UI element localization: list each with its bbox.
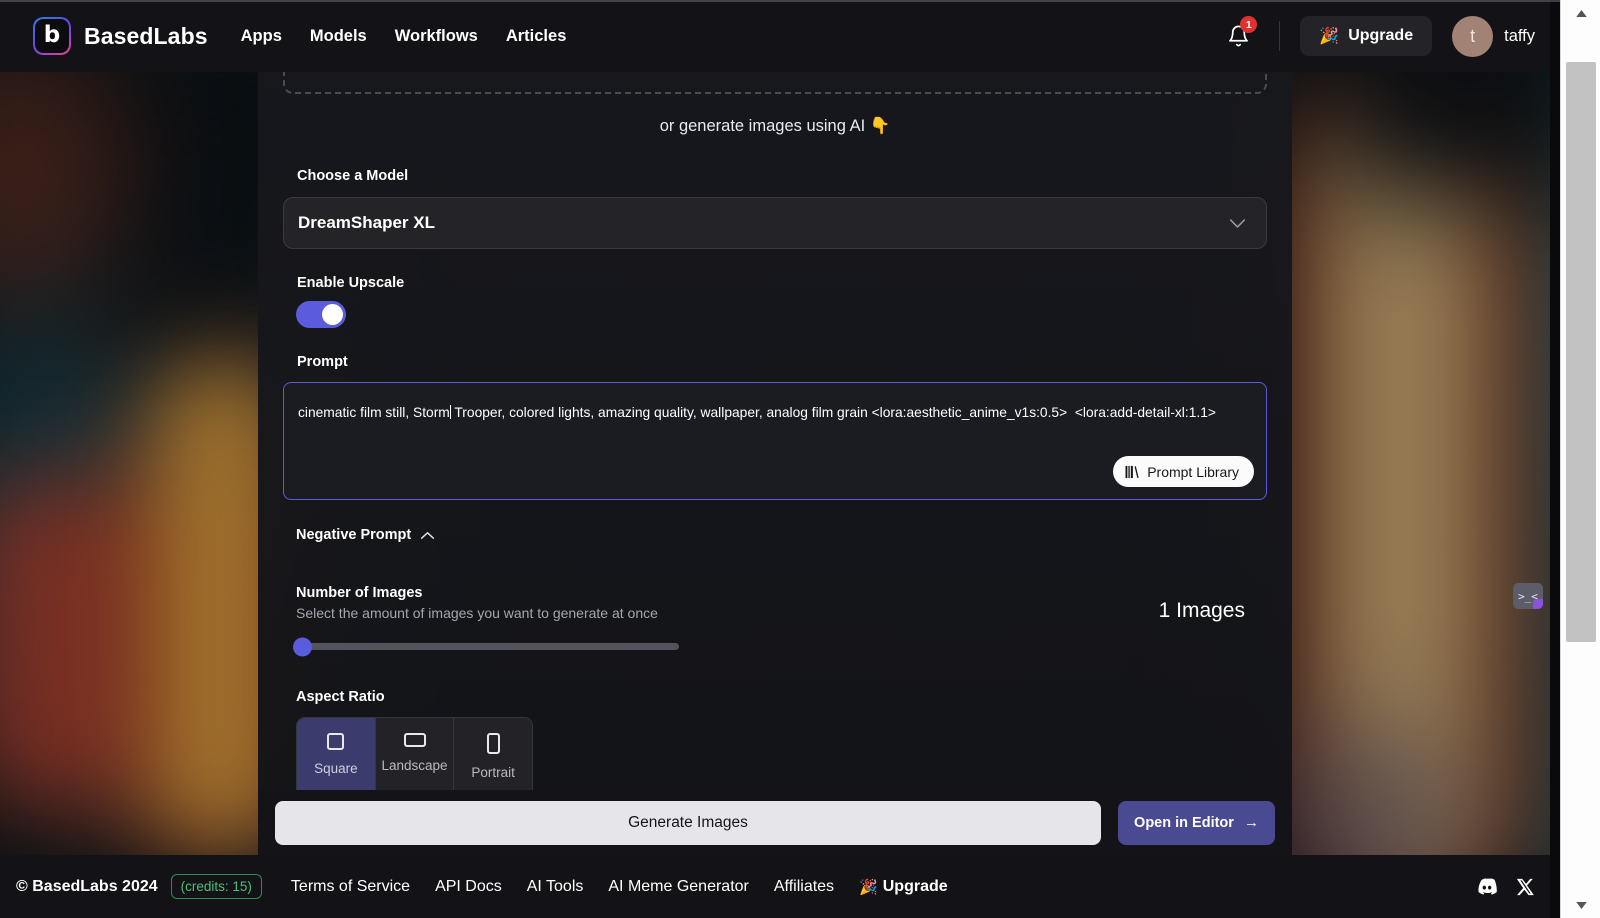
aspect-option-portrait[interactable]: Portrait	[454, 718, 532, 790]
top-navigation-bar: b BasedLabs Apps Models Workflows Articl…	[0, 0, 1560, 72]
username-label: taffy	[1504, 26, 1535, 45]
nav-item-workflows[interactable]: Workflows	[395, 27, 478, 46]
portrait-icon	[486, 733, 500, 754]
landscape-icon	[403, 733, 426, 747]
upgrade-button-label: Upgrade	[1348, 27, 1414, 44]
aspect-ratio-label: Aspect Ratio	[296, 689, 385, 705]
nav-item-models[interactable]: Models	[310, 27, 367, 46]
discord-icon[interactable]	[1476, 878, 1498, 895]
logo-letter: b	[43, 21, 61, 48]
prompt-text-before-caret: cinematic film still, Storm	[298, 405, 450, 420]
party-popper-icon: 🎉	[859, 878, 878, 896]
nav-divider	[1279, 21, 1281, 51]
copyright-label: © BasedLabs 2024	[16, 877, 158, 895]
number-of-images-field: Number of Images Select the amount of im…	[293, 585, 1267, 656]
kaomoji-face: >_<	[1518, 589, 1538, 603]
brand-name: BasedLabs	[84, 22, 208, 49]
library-bars-icon-svg	[1125, 465, 1139, 478]
basedlabs-logo-icon: b	[33, 17, 71, 55]
avatar: t	[1452, 15, 1494, 57]
generate-images-label: Generate Images	[628, 813, 748, 831]
nav-item-apps[interactable]: Apps	[241, 27, 282, 46]
upgrade-button[interactable]: 🎉 Upgrade	[1300, 16, 1433, 56]
enable-upscale-toggle[interactable]	[296, 301, 346, 328]
action-bar: Generate Images Open in Editor →	[258, 790, 1292, 855]
model-select[interactable]: DreamShaper XL	[283, 197, 1267, 249]
prompt-field: Prompt cinematic film still, Storm Troop…	[283, 354, 1267, 500]
number-of-images-slider[interactable]	[293, 637, 679, 656]
aspect-option-landscape-label: Landscape	[381, 758, 448, 773]
credits-badge[interactable]: (credits: 15)	[170, 874, 262, 899]
aspect-ratio-options: Square Landscape Portrait	[296, 717, 533, 790]
x-twitter-icon[interactable]	[1516, 878, 1535, 896]
number-of-images-title: Number of Images	[296, 585, 423, 601]
prompt-label: Prompt	[297, 354, 348, 370]
toggle-knob	[322, 304, 343, 325]
browser-scrollbar[interactable]	[1560, 0, 1600, 918]
nav-right-cluster: 1 🎉 Upgrade t taffy	[1221, 15, 1560, 57]
user-menu[interactable]: t taffy	[1452, 15, 1535, 57]
aspect-option-landscape[interactable]: Landscape	[375, 718, 455, 790]
footer-links: Terms of Service API Docs AI Tools AI Me…	[291, 878, 948, 896]
aspect-ratio-field: Aspect Ratio Square Landscape Portrait	[296, 689, 1267, 790]
prompt-input[interactable]: cinematic film still, Storm Trooper, col…	[283, 382, 1267, 500]
prompt-text-after-caret: Trooper, colored lights, amazing quality…	[450, 405, 1216, 420]
library-bars-icon	[1125, 465, 1140, 479]
open-in-editor-button[interactable]: Open in Editor →	[1118, 800, 1275, 845]
model-select-value: DreamShaper XL	[298, 213, 435, 232]
chevron-down-icon	[1229, 218, 1246, 229]
footer-link-affiliates[interactable]: Affiliates	[774, 878, 834, 896]
model-label: Choose a Model	[297, 168, 409, 184]
negative-prompt-label: Negative Prompt	[296, 527, 412, 543]
generation-form: or generate images using AI 👇 Choose a M…	[258, 66, 1292, 790]
footer-upgrade-link[interactable]: 🎉 Upgrade	[859, 878, 948, 896]
scrollbar-up-arrow[interactable]	[1561, 0, 1600, 26]
arrow-right-icon: →	[1243, 814, 1259, 831]
model-field: Choose a Model DreamShaper XL	[283, 168, 1267, 249]
footer-link-meme-gen[interactable]: AI Meme Generator	[608, 878, 749, 896]
generate-images-button[interactable]: Generate Images	[275, 800, 1101, 845]
chevron-up-icon	[420, 531, 435, 540]
open-in-editor-label: Open in Editor	[1134, 814, 1234, 831]
primary-nav: Apps Models Workflows Articles	[241, 27, 567, 46]
footer-link-ai-tools[interactable]: AI Tools	[527, 878, 584, 896]
scrollbar-down-arrow[interactable]	[1561, 892, 1600, 918]
brand-logo[interactable]: b BasedLabs	[33, 17, 208, 55]
prompt-text: cinematic film still, Storm Trooper, col…	[298, 403, 1244, 423]
aspect-option-square-label: Square	[314, 761, 358, 776]
scrollbar-thumb[interactable]	[1566, 62, 1596, 642]
footer-social	[1476, 878, 1535, 896]
party-popper-icon: 🎉	[1319, 28, 1340, 45]
slider-thumb[interactable]	[293, 637, 312, 656]
aspect-option-portrait-label: Portrait	[471, 765, 515, 780]
page-edge	[1550, 0, 1560, 918]
square-icon	[327, 733, 345, 750]
negative-prompt-toggle[interactable]: Negative Prompt	[296, 527, 1267, 543]
footer: © BasedLabs 2024 (credits: 15) Terms of …	[0, 855, 1560, 918]
number-of-images-subtitle: Select the amount of images you want to …	[296, 605, 658, 621]
upscale-field: Enable Upscale	[283, 275, 1267, 328]
kaomoji-widget[interactable]: >_<	[1513, 583, 1543, 609]
aspect-option-square[interactable]: Square	[297, 718, 376, 790]
notification-badge: 1	[1240, 16, 1258, 33]
app-root: b BasedLabs Apps Models Workflows Articl…	[0, 0, 1600, 918]
footer-link-terms[interactable]: Terms of Service	[291, 878, 410, 896]
number-of-images-value: 1 Images	[1158, 599, 1245, 622]
notifications-button[interactable]: 1	[1221, 16, 1258, 53]
prompt-library-button[interactable]: Prompt Library	[1113, 456, 1254, 487]
footer-upgrade-label: Upgrade	[882, 877, 948, 895]
nav-item-articles[interactable]: Articles	[506, 27, 567, 46]
window-top-hairline	[0, 0, 1560, 2]
footer-link-api-docs[interactable]: API Docs	[435, 878, 502, 896]
upscale-label: Enable Upscale	[297, 275, 405, 291]
or-generate-heading: or generate images using AI 👇	[659, 117, 891, 135]
prompt-library-label: Prompt Library	[1147, 463, 1239, 480]
